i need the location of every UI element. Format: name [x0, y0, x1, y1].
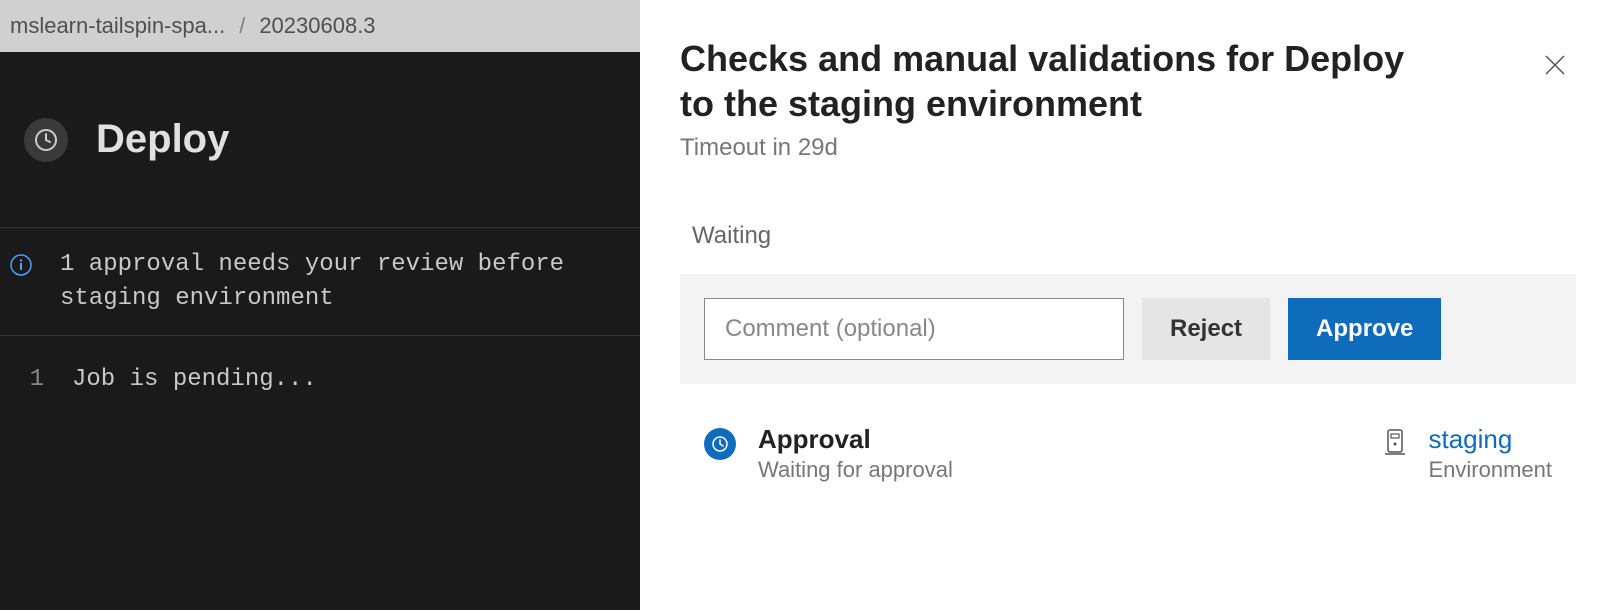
reject-button[interactable]: Reject — [1142, 298, 1270, 360]
clock-icon — [704, 428, 736, 460]
waiting-label: Waiting — [692, 222, 1576, 250]
environment-label: Environment — [1428, 457, 1552, 483]
close-button[interactable] — [1534, 44, 1576, 91]
stage-title: Deploy — [96, 117, 229, 162]
environment-link[interactable]: staging — [1428, 424, 1552, 455]
breadcrumb-run[interactable]: 20230608.3 — [259, 13, 375, 39]
info-icon — [10, 248, 32, 276]
clock-icon — [24, 118, 68, 162]
approval-action-bar: Reject Approve — [680, 274, 1576, 384]
check-subtitle: Waiting for approval — [758, 457, 953, 483]
check-title: Approval — [758, 424, 953, 455]
log-area: 1 Job is pending... — [0, 336, 640, 423]
checks-row: Approval Waiting for approval staging En… — [680, 424, 1576, 483]
log-line-text: Job is pending... — [72, 366, 317, 393]
close-icon — [1542, 52, 1568, 78]
panel-title: Checks and manual validations for Deploy… — [680, 36, 1440, 126]
log-line-number: 1 — [10, 366, 44, 393]
checks-panel: Checks and manual validations for Deploy… — [640, 0, 1616, 610]
approval-check-item: Approval Waiting for approval — [704, 424, 1382, 483]
approval-info-banner: 1 approval needs your review before stag… — [0, 227, 640, 336]
comment-input[interactable] — [704, 298, 1124, 360]
breadcrumb-separator: / — [239, 13, 245, 39]
server-icon — [1382, 428, 1408, 463]
panel-header: Checks and manual validations for Deploy… — [680, 36, 1576, 126]
pipeline-run-pane: mslearn-tailspin-spa... / 20230608.3 Dep… — [0, 0, 640, 610]
breadcrumb: mslearn-tailspin-spa... / 20230608.3 — [0, 0, 640, 52]
environment-block: staging Environment — [1382, 424, 1552, 483]
approval-info-text: 1 approval needs your review before stag… — [60, 248, 564, 315]
breadcrumb-pipeline[interactable]: mslearn-tailspin-spa... — [10, 13, 225, 39]
panel-subtitle: Timeout in 29d — [680, 134, 1576, 162]
approve-button[interactable]: Approve — [1288, 298, 1441, 360]
stage-header: Deploy — [0, 52, 640, 227]
